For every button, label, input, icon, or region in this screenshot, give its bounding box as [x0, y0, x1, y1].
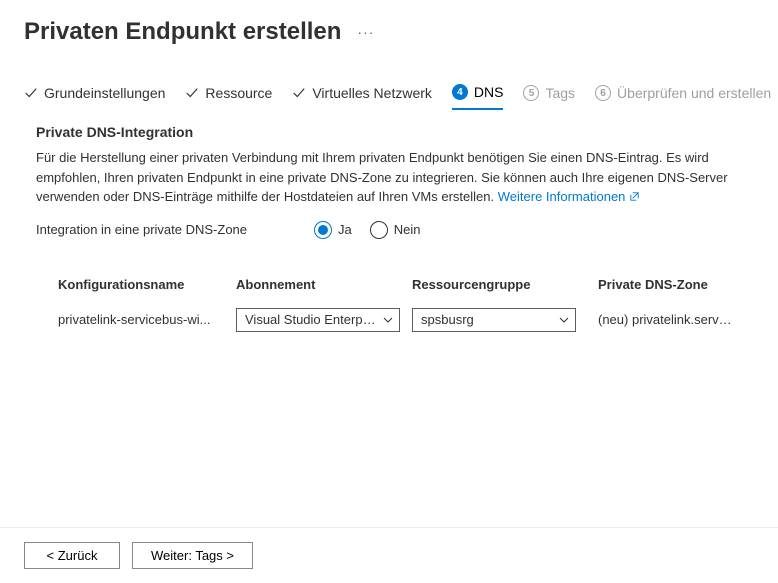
more-icon[interactable]: ···	[357, 24, 374, 40]
cell-dns-zone: (neu) privatelink.servicebus...	[598, 312, 742, 327]
col-header-name: Konfigurationsname	[58, 277, 236, 292]
table-row: privatelink-servicebus-wi... Visual Stud…	[36, 300, 742, 340]
tab-virtuelles-netzwerk[interactable]: Virtuelles Netzwerk	[292, 85, 432, 109]
page-header: Privaten Endpunkt erstellen ···	[0, 0, 778, 56]
step-number-badge: 5	[523, 85, 539, 101]
wizard-tabs: Grundeinstellungen Ressource Virtuelles …	[0, 56, 778, 110]
next-button[interactable]: Weiter: Tags >	[132, 542, 253, 569]
tab-dns[interactable]: 4 DNS	[452, 84, 504, 110]
footer-bar: < Zurück Weiter: Tags >	[0, 527, 778, 583]
dns-integration-option: Integration in eine private DNS-Zone Ja …	[36, 221, 742, 239]
col-header-subscription: Abonnement	[236, 277, 412, 292]
step-number-badge: 4	[452, 84, 468, 100]
subscription-dropdown[interactable]: Visual Studio Enterpri...	[236, 308, 400, 332]
radio-label: Integration in eine private DNS-Zone	[36, 222, 296, 237]
dropdown-value: Visual Studio Enterpri...	[245, 312, 377, 327]
tab-label: Überprüfen und erstellen	[617, 85, 771, 101]
radio-yes-label: Ja	[338, 222, 352, 237]
cell-config-name: privatelink-servicebus-wi...	[58, 312, 236, 327]
check-icon	[292, 86, 306, 100]
radio-button-icon	[314, 221, 332, 239]
check-icon	[185, 86, 199, 100]
dropdown-value: spsbusrg	[421, 312, 474, 327]
tab-ueberpruefen[interactable]: 6 Überprüfen und erstellen	[595, 85, 771, 109]
tab-label: Tags	[545, 85, 575, 101]
tab-ressource[interactable]: Ressource	[185, 85, 272, 109]
learn-more-link[interactable]: Weitere Informationen	[498, 187, 641, 207]
chevron-down-icon	[559, 315, 569, 325]
table-header-row: Konfigurationsname Abonnement Ressourcen…	[36, 269, 742, 300]
radio-button-icon	[370, 221, 388, 239]
section-title: Private DNS-Integration	[36, 124, 742, 140]
dns-config-table: Konfigurationsname Abonnement Ressourcen…	[36, 269, 742, 340]
tab-tags[interactable]: 5 Tags	[523, 85, 575, 109]
external-link-icon	[629, 191, 640, 202]
radio-no-label: Nein	[394, 222, 421, 237]
tab-label: Virtuelles Netzwerk	[312, 85, 432, 101]
chevron-down-icon	[383, 315, 393, 325]
link-text: Weitere Informationen	[498, 187, 626, 207]
page-title: Privaten Endpunkt erstellen	[24, 18, 341, 46]
step-number-badge: 6	[595, 85, 611, 101]
radio-no[interactable]: Nein	[370, 221, 421, 239]
content-area: Private DNS-Integration Für die Herstell…	[0, 110, 778, 340]
resource-group-dropdown[interactable]: spsbusrg	[412, 308, 576, 332]
check-icon	[24, 86, 38, 100]
tab-label: Grundeinstellungen	[44, 85, 165, 101]
tab-label: Ressource	[205, 85, 272, 101]
radio-yes[interactable]: Ja	[314, 221, 352, 239]
col-header-dns: Private DNS-Zone	[598, 277, 742, 292]
back-button[interactable]: < Zurück	[24, 542, 120, 569]
section-description: Für die Herstellung einer privaten Verbi…	[36, 148, 742, 207]
tab-label: DNS	[474, 84, 504, 100]
col-header-rg: Ressourcengruppe	[412, 277, 598, 292]
tab-grundeinstellungen[interactable]: Grundeinstellungen	[24, 85, 165, 109]
